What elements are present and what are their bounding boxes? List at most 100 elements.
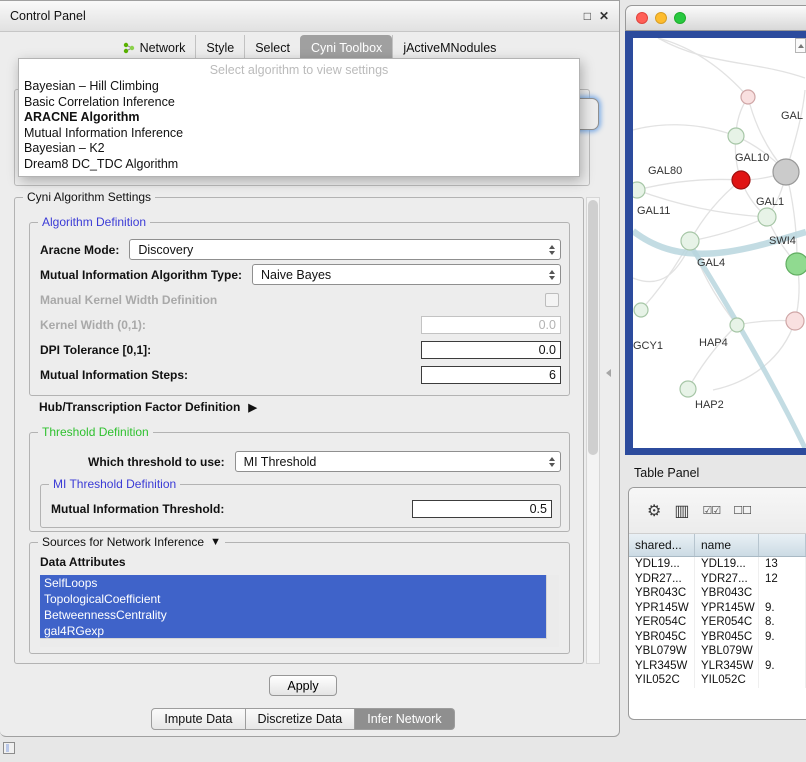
mi-threshold-field[interactable]: 0.5 <box>412 500 552 518</box>
deselect-all-icon[interactable]: ☐☐ <box>733 504 751 517</box>
table-row[interactable]: YBR045CYBR045C9. <box>629 630 806 645</box>
table-cell: 9. <box>759 630 806 645</box>
scrollbar-thumb[interactable] <box>588 200 598 455</box>
close-window-icon[interactable]: ✕ <box>599 9 609 23</box>
table-row[interactable]: YIL052CYIL052C <box>629 673 806 688</box>
network-edge <box>690 217 767 241</box>
dpi-tolerance-row: DPI Tolerance [0,1]: 0.0 <box>40 339 561 360</box>
panel-splitter-arrow-icon[interactable] <box>606 369 611 377</box>
sources-title[interactable]: Sources for Network Inference ▼ <box>38 535 225 549</box>
mi-threshold-label: Mutual Information Threshold: <box>51 502 224 516</box>
cyni-algorithm-settings-group: Cyni Algorithm Settings Algorithm Defini… <box>14 197 584 664</box>
collapse-icon[interactable]: ▼ <box>210 536 221 548</box>
network-node[interactable] <box>786 253 806 275</box>
aracne-mode-select[interactable]: Discovery <box>129 239 561 260</box>
network-node[interactable] <box>741 90 755 104</box>
tab-cyni-toolbox[interactable]: Cyni Toolbox <box>300 35 392 60</box>
apply-button[interactable]: Apply <box>269 675 337 696</box>
algorithm-option-basic-correlation-inference[interactable]: Basic Correlation Inference <box>19 95 579 111</box>
dpi-tolerance-label: DPI Tolerance [0,1]: <box>40 343 151 357</box>
table-row[interactable]: YBL079WYBL079W <box>629 644 806 659</box>
attribute-item-topologicalcoefficient[interactable]: TopologicalCoefficient <box>40 591 547 607</box>
panel-toggle-icon[interactable] <box>3 742 15 754</box>
table-cell: YBL079W <box>695 644 759 659</box>
table-cell: 8. <box>759 615 806 630</box>
zoom-traffic-light-icon[interactable] <box>674 12 686 24</box>
table-row[interactable]: YBR043CYBR043C <box>629 586 806 601</box>
table-cell: YPR145W <box>629 601 695 616</box>
kernel-width-field[interactable]: 0.0 <box>421 316 561 334</box>
network-node[interactable] <box>730 318 744 332</box>
columns-icon[interactable]: ▥ <box>674 501 689 521</box>
settings-scrollbar[interactable] <box>586 197 600 664</box>
table-cell: YBR043C <box>695 586 759 601</box>
column-header-1[interactable]: shared... <box>629 534 695 556</box>
bottom-tab-impute-data[interactable]: Impute Data <box>151 708 245 730</box>
attribute-item-betweennesscentrality[interactable]: BetweennessCentrality <box>40 607 547 623</box>
table-row[interactable]: YLR345WYLR345W9. <box>629 659 806 674</box>
tab-label: Select <box>255 41 290 55</box>
table-cell <box>759 673 806 688</box>
attribute-item-selfloops[interactable]: SelfLoops <box>40 575 547 591</box>
table-cell: YDL19... <box>629 557 695 572</box>
network-node[interactable] <box>681 232 699 250</box>
control-panel-titlebar[interactable]: Control Panel □ ✕ <box>0 1 619 32</box>
algorithm-option-aracne-algorithm[interactable]: ARACNE Algorithm <box>19 110 579 126</box>
network-node-label: GAL4 <box>697 257 725 269</box>
close-traffic-light-icon[interactable] <box>636 12 648 24</box>
table-panel-title: Table Panel <box>634 466 699 480</box>
network-node[interactable] <box>633 182 645 198</box>
gear-icon[interactable]: ⚙ <box>647 501 661 521</box>
network-edge <box>786 172 797 264</box>
network-node-label: GAL11 <box>637 205 670 217</box>
list-horizontal-scrollbar[interactable] <box>40 638 547 647</box>
hub-section-row[interactable]: Hub/Transcription Factor Definition ▶ <box>39 400 257 414</box>
tab-jactivemnodules[interactable]: jActiveMNodules <box>392 35 506 60</box>
network-edge <box>633 125 736 136</box>
network-edge <box>637 179 741 190</box>
network-window-titlebar[interactable] <box>625 5 806 31</box>
network-node[interactable] <box>773 159 799 185</box>
attribute-item-gal4rgexp[interactable]: gal4RGexp <box>40 623 547 639</box>
algorithm-option-bayesian-k2[interactable]: Bayesian – K2 <box>19 141 579 157</box>
mi-type-select[interactable]: Naive Bayes <box>252 264 561 285</box>
network-node[interactable] <box>758 208 776 226</box>
tab-select[interactable]: Select <box>244 35 300 60</box>
dpi-tolerance-field[interactable]: 0.0 <box>421 341 561 359</box>
network-node[interactable] <box>634 303 648 317</box>
column-header-2[interactable]: name <box>695 534 759 556</box>
bottom-tab-infer-network[interactable]: Infer Network <box>355 708 454 730</box>
settings-group-title: Cyni Algorithm Settings <box>23 190 155 204</box>
algorithm-option-mutual-information-inference[interactable]: Mutual Information Inference <box>19 126 579 142</box>
expand-icon[interactable]: ▶ <box>248 401 256 414</box>
tab-style[interactable]: Style <box>195 35 244 60</box>
column-header-3[interactable] <box>759 534 806 556</box>
which-threshold-select[interactable]: MI Threshold <box>235 451 561 472</box>
data-attributes-list[interactable]: SelfLoopsTopologicalCoefficientBetweenne… <box>40 575 559 647</box>
algorithm-option-dream8-dc-tdc-algorithm[interactable]: Dream8 DC_TDC Algorithm <box>19 157 579 173</box>
network-node[interactable] <box>728 128 744 144</box>
list-vertical-scrollbar[interactable] <box>546 575 559 647</box>
select-all-icon[interactable]: ☑☑ <box>702 504 720 517</box>
table-row[interactable]: YPR145WYPR145W9. <box>629 601 806 616</box>
network-node[interactable] <box>680 381 696 397</box>
table-row[interactable]: YDR27...YDR27...12 <box>629 572 806 587</box>
network-node-label: SWI4 <box>769 235 796 247</box>
network-node[interactable] <box>732 171 750 189</box>
algorithm-option-bayesian-hill-climbing[interactable]: Bayesian – Hill Climbing <box>19 79 579 95</box>
float-window-icon[interactable]: □ <box>584 9 591 23</box>
sources-group: Sources for Network Inference ▼ Data Att… <box>29 542 570 654</box>
table-row[interactable]: YDL19...YDL19...13 <box>629 557 806 572</box>
table-body: YDL19...YDL19...13YDR27...YDR27...12YBR0… <box>629 557 806 688</box>
table-row[interactable]: YER054CYER054C8. <box>629 615 806 630</box>
minimize-traffic-light-icon[interactable] <box>655 12 667 24</box>
network-node[interactable] <box>786 312 804 330</box>
network-canvas[interactable]: GALGAL80GAL10GAL11GAL1SWI4GAL4GCY1HAP4HA… <box>633 38 806 448</box>
bottom-tab-discretize-data[interactable]: Discretize Data <box>246 708 356 730</box>
mi-steps-field[interactable]: 6 <box>421 366 561 384</box>
combo-arrows-icon <box>549 457 555 467</box>
canvas-scroll-up-icon[interactable] <box>795 38 806 53</box>
tab-network[interactable]: Network <box>113 35 196 60</box>
manual-kernel-label: Manual Kernel Width Definition <box>40 293 217 307</box>
manual-kernel-checkbox[interactable] <box>545 293 559 307</box>
